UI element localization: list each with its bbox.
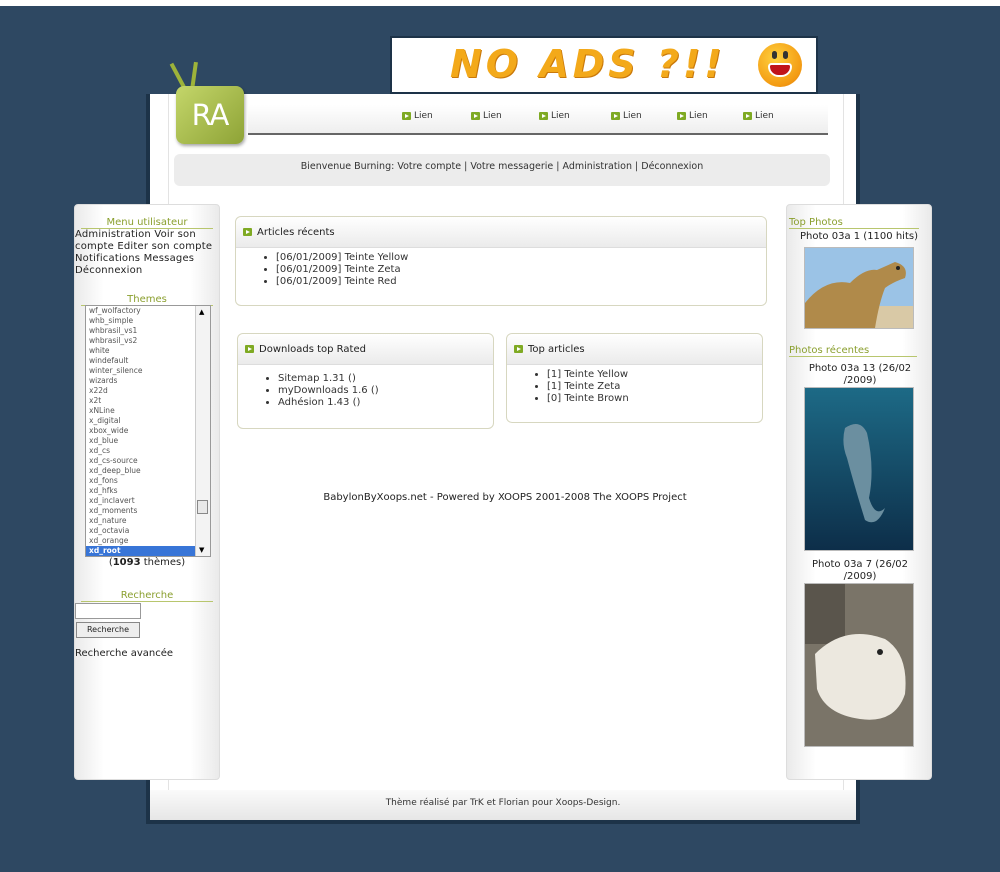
list-item[interactable]: Sitemap 1.31 (): [278, 373, 493, 385]
recent-photos-title: Photos récentes: [789, 345, 917, 357]
theme-option[interactable]: xd_orange: [86, 536, 210, 546]
arrow-icon: [402, 112, 411, 120]
theme-option[interactable]: xbox_wide: [86, 426, 210, 436]
theme-option[interactable]: xNLine: [86, 406, 210, 416]
recent-photo-caption-2: Photo 03a 7 (26/02 /2009): [812, 559, 908, 582]
user-menu-links[interactable]: Administration Voir son compte Editer so…: [75, 229, 219, 277]
banner-text: NO ADS ?!!: [450, 42, 726, 86]
theme-option[interactable]: whbrasil_vs1: [86, 326, 210, 336]
downloads-title: Downloads top Rated: [259, 343, 366, 355]
nav-link-4[interactable]: Lien: [611, 111, 642, 121]
powered-by: BabylonByXoops.net - Powered by XOOPS 20…: [323, 492, 687, 503]
arrow-icon: [539, 112, 548, 120]
list-item[interactable]: [06/01/2009] Teinte Zeta: [276, 264, 766, 276]
arrow-icon: [514, 345, 523, 353]
top-strip: [0, 0, 1000, 6]
recent-photo-caption-1: Photo 03a 13 (26/02 /2009): [808, 363, 912, 386]
ad-banner[interactable]: NO ADS ?!!: [390, 36, 818, 94]
list-item[interactable]: [1] Teinte Yellow: [547, 369, 762, 381]
theme-option[interactable]: xd_fons: [86, 476, 210, 486]
top-nav: Lien Lien Lien Lien Lien Lien: [248, 105, 828, 135]
theme-option[interactable]: xd_hfks: [86, 486, 210, 496]
advanced-search-link[interactable]: Recherche avancée: [75, 648, 173, 659]
search-input[interactable]: [75, 603, 141, 619]
scrollbar[interactable]: ▲ ▼: [195, 306, 210, 556]
top-photo-caption: Photo 03a 1 (1100 hits): [800, 231, 918, 242]
themes-count: (1093 thèmes): [108, 557, 186, 568]
nav-link-3[interactable]: Lien: [539, 111, 570, 121]
theme-option[interactable]: winter_silence: [86, 366, 210, 376]
list-item[interactable]: [06/01/2009] Teinte Yellow: [276, 252, 766, 264]
theme-option[interactable]: xd_inclavert: [86, 496, 210, 506]
scroll-thumb[interactable]: [197, 500, 208, 514]
scroll-down-icon[interactable]: ▼: [199, 546, 204, 554]
nav-link-1[interactable]: Lien: [402, 111, 433, 121]
list-item[interactable]: [1] Teinte Zeta: [547, 381, 762, 393]
scroll-up-icon[interactable]: ▲: [199, 308, 204, 316]
search-title: Recherche: [81, 590, 213, 602]
arrow-icon: [245, 345, 254, 353]
theme-option[interactable]: x22d: [86, 386, 210, 396]
top-articles-header: Top articles: [507, 334, 762, 365]
theme-option[interactable]: xd_nature: [86, 516, 210, 526]
arrow-icon: [611, 112, 620, 120]
theme-option[interactable]: xd_moments: [86, 506, 210, 516]
theme-option[interactable]: xd_cs: [86, 446, 210, 456]
dolphin-photo[interactable]: [804, 387, 914, 551]
theme-option[interactable]: xd_cs-source: [86, 456, 210, 466]
theme-option[interactable]: wizards: [86, 376, 210, 386]
list-item[interactable]: Adhésion 1.43 (): [278, 397, 493, 409]
theme-option[interactable]: wf_wolfactory: [86, 306, 210, 316]
top-articles-title: Top articles: [528, 343, 585, 355]
nav-link-5[interactable]: Lien: [677, 111, 708, 121]
theme-option[interactable]: xd_root: [86, 546, 210, 556]
downloads-header: Downloads top Rated: [238, 334, 493, 365]
arrow-icon: [243, 228, 252, 236]
left-sidebar: Menu utilisateur Administration Voir son…: [74, 204, 220, 780]
theme-select[interactable]: wf_wolfactory whb_simple whbrasil_vs1 whbra…: [85, 305, 211, 557]
nav-link-6[interactable]: Lien: [743, 111, 774, 121]
top-articles-box: Top articles [1] Teinte Yellow [1] Teint…: [506, 333, 763, 423]
camel-photo[interactable]: [804, 247, 914, 329]
arrow-icon: [743, 112, 752, 120]
site-logo[interactable]: RA: [176, 86, 244, 144]
search-button[interactable]: Recherche: [76, 622, 140, 638]
theme-option[interactable]: white: [86, 346, 210, 356]
smiley-icon: [758, 43, 802, 87]
theme-option[interactable]: x2t: [86, 396, 210, 406]
polar-bear-photo[interactable]: [804, 583, 914, 747]
theme-option[interactable]: xd_octavia: [86, 526, 210, 536]
menu-title: Menu utilisateur: [81, 217, 213, 229]
theme-option[interactable]: xd_blue: [86, 436, 210, 446]
recent-articles-box: Articles récents [06/01/2009] Teinte Yel…: [235, 216, 767, 306]
welcome-bar[interactable]: Bienvenue Burning: Votre compte | Votre …: [174, 154, 830, 186]
list-item[interactable]: myDownloads 1.6 (): [278, 385, 493, 397]
theme-option[interactable]: x_digital: [86, 416, 210, 426]
theme-option[interactable]: whbrasil_vs2: [86, 336, 210, 346]
arrow-icon: [677, 112, 686, 120]
downloads-box: Downloads top Rated Sitemap 1.31 () myDo…: [237, 333, 494, 429]
arrow-icon: [471, 112, 480, 120]
nav-link-2[interactable]: Lien: [471, 111, 502, 121]
theme-option[interactable]: xd_deep_blue: [86, 466, 210, 476]
theme-option[interactable]: windefault: [86, 356, 210, 366]
main-page: Thème réalisé par TrK et Florian pour Xo…: [146, 94, 860, 824]
footer: Thème réalisé par TrK et Florian pour Xo…: [150, 790, 856, 820]
top-photos-title: Top Photos: [789, 217, 919, 229]
right-sidebar: Top Photos Photo 03a 1 (1100 hits) Photo…: [786, 204, 932, 780]
recent-articles-header: Articles récents: [236, 217, 766, 248]
list-item[interactable]: [06/01/2009] Teinte Red: [276, 276, 766, 288]
list-item[interactable]: [0] Teinte Brown: [547, 393, 762, 405]
theme-option[interactable]: whb_simple: [86, 316, 210, 326]
recent-articles-title: Articles récents: [257, 226, 335, 238]
